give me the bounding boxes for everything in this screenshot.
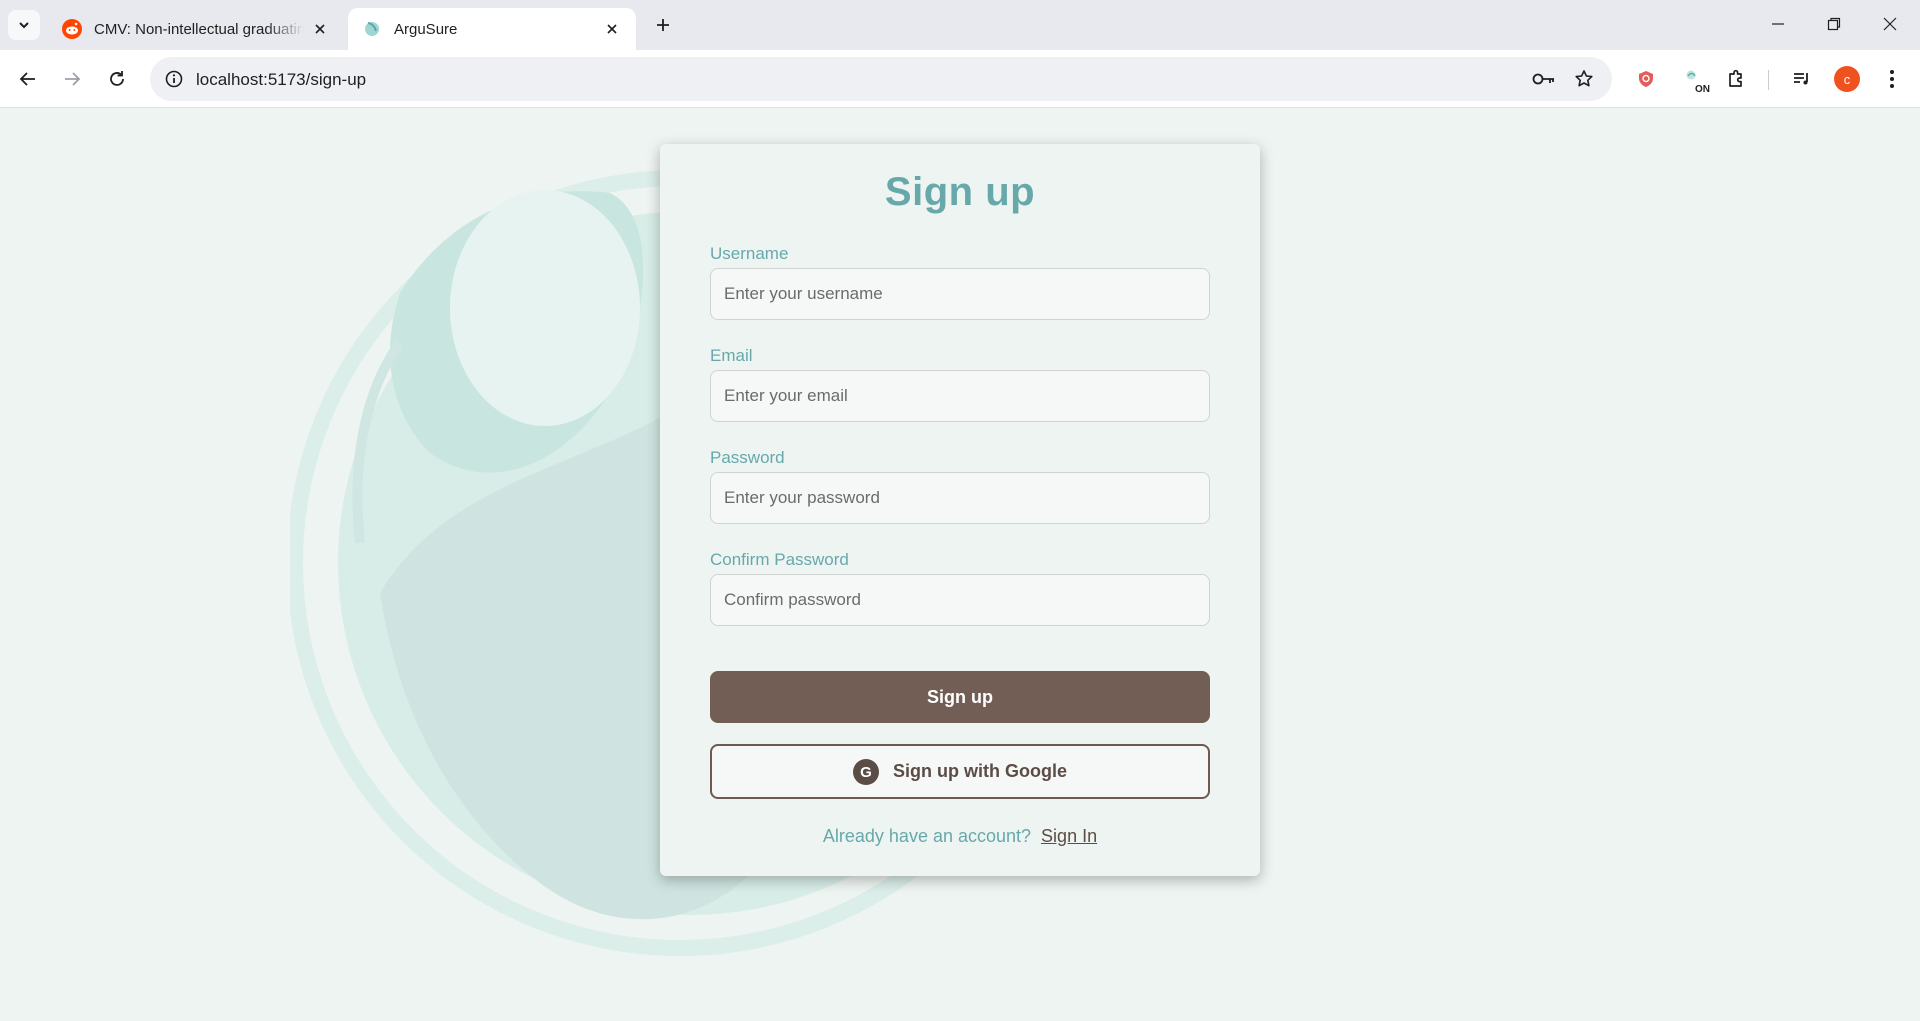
email-label: Email <box>710 346 753 365</box>
signin-prompt: Already have an account? Sign In <box>660 826 1260 847</box>
extension-shield-button[interactable] <box>1628 61 1664 97</box>
password-field[interactable] <box>710 472 1210 524</box>
tab-title: CMV: Non-intellectual graduating <box>94 20 304 38</box>
forward-button[interactable] <box>54 61 90 97</box>
restore-icon <box>1827 17 1841 31</box>
page-title: Sign up <box>884 170 1036 214</box>
argusure-icon <box>362 19 382 39</box>
signup-button[interactable]: Sign up <box>710 671 1210 723</box>
reload-button[interactable] <box>99 61 135 97</box>
media-queue-icon <box>1794 73 1808 85</box>
extension-toggle-button[interactable]: ON <box>1676 61 1712 97</box>
minimize-icon <box>1772 23 1784 25</box>
google-icon: G <box>853 758 879 785</box>
plus-icon <box>657 19 669 31</box>
google-button-label: Sign up with Google <box>893 761 1067 781</box>
email-field[interactable] <box>710 370 1210 422</box>
extension-badge: ON <box>1695 84 1710 95</box>
signup-card: Sign up Username Email Password Confirm … <box>660 144 1260 876</box>
bookmark-star-icon[interactable] <box>1572 67 1596 91</box>
close-tab-icon[interactable] <box>310 19 330 39</box>
arrow-left-icon <box>19 72 35 86</box>
close-tab-icon[interactable] <box>602 19 622 39</box>
profile-avatar[interactable]: c <box>1834 66 1860 92</box>
password-label: Password <box>710 448 785 467</box>
restore-button[interactable] <box>1806 6 1862 42</box>
back-button[interactable] <box>10 61 46 97</box>
site-info-icon[interactable] <box>162 67 186 91</box>
menu-button[interactable] <box>1874 61 1910 97</box>
tab-strip: CMV: Non-intellectual graduating ArguSur… <box>0 0 1920 50</box>
tab-title: ArguSure <box>394 20 458 38</box>
new-tab-button[interactable] <box>650 12 676 38</box>
username-label: Username <box>710 244 789 263</box>
minimize-button[interactable] <box>1750 6 1806 42</box>
close-window-button[interactable] <box>1862 6 1918 42</box>
address-bar[interactable]: localhost:5173/sign-up <box>150 57 1612 101</box>
url-text[interactable]: localhost:5173/sign-up <box>196 70 366 90</box>
google-signup-button[interactable]: G Sign up with Google <box>710 744 1210 799</box>
reddit-icon <box>62 19 82 39</box>
reload-icon <box>110 71 124 86</box>
media-controls-button[interactable] <box>1784 61 1820 97</box>
chevron-down-icon <box>19 22 29 29</box>
tab-reddit[interactable]: CMV: Non-intellectual graduating <box>48 8 344 50</box>
password-key-icon[interactable] <box>1532 67 1556 91</box>
confirm-password-label: Confirm Password <box>710 550 849 569</box>
page-content: Sign up Username Email Password Confirm … <box>0 109 1920 1021</box>
tab-argusure[interactable]: ArguSure <box>348 8 636 50</box>
toolbar-separator <box>1768 70 1769 90</box>
browser-toolbar: localhost:5173/sign-up ON <box>0 50 1920 108</box>
puzzle-icon <box>1729 69 1742 87</box>
more-vertical-icon <box>1890 70 1894 88</box>
confirm-password-field[interactable] <box>710 574 1210 626</box>
signin-link[interactable]: Sign In <box>1041 826 1097 846</box>
google-icon-letter: G <box>860 764 872 781</box>
shield-icon <box>1639 71 1653 87</box>
signin-prompt-text: Already have an account? <box>822 826 1032 846</box>
arrow-right-icon <box>65 72 81 86</box>
close-icon <box>1883 17 1897 31</box>
tab-search-button[interactable] <box>8 10 40 40</box>
extensions-button[interactable] <box>1718 61 1754 97</box>
username-field[interactable] <box>710 268 1210 320</box>
